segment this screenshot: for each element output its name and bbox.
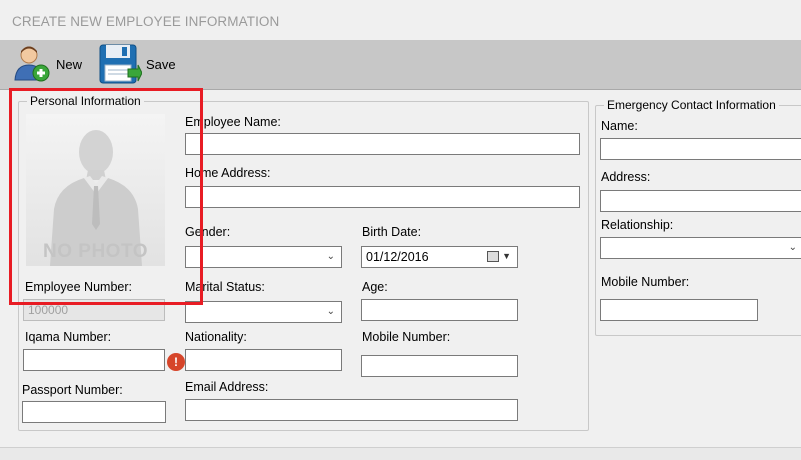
emergency-mobile-field[interactable] [600,299,758,321]
chevron-down-icon: ⌄ [326,251,335,262]
birth-date-label: Birth Date: [362,225,422,239]
relationship-label: Relationship: [601,218,674,232]
employee-name-field[interactable] [185,133,580,155]
relationship-select[interactable]: ⌄ [600,237,801,259]
home-address-field[interactable] [185,186,580,208]
birth-date-value: 01/12/2016 [366,250,429,264]
save-button[interactable]: Save [98,43,176,85]
save-button-label: Save [146,56,176,72]
marital-status-label: Marital Status: [185,280,265,294]
employee-name-label: Employee Name: [185,115,281,129]
passport-number-field[interactable] [22,401,166,423]
employee-photo[interactable]: NO PHOTO [26,114,165,266]
passport-number-label: Passport Number: [22,383,123,397]
employee-number-value: 100000 [28,303,69,317]
new-button-label: New [56,56,83,72]
emergency-address-label: Address: [601,170,651,184]
error-icon: ! [167,353,185,371]
emergency-name-field[interactable] [600,138,801,160]
mobile-number-field[interactable] [361,355,518,377]
emergency-contact-legend: Emergency Contact Information [604,98,779,112]
email-address-field[interactable] [185,399,518,421]
bottom-border [0,447,801,460]
window-title: CREATE NEW EMPLOYEE INFORMATION [12,14,280,29]
gender-label: Gender: [185,225,231,239]
chevron-down-icon: ⌄ [326,306,335,317]
floppy-save-icon [99,44,142,84]
employee-number-label: Employee Number: [25,280,132,294]
emergency-mobile-label: Mobile Number: [601,275,690,289]
new-button[interactable]: New [12,43,82,85]
dropdown-arrow-icon[interactable]: ▼ [502,251,511,261]
personal-info-legend: Personal Information [27,94,144,108]
chevron-down-icon: ⌄ [788,242,797,253]
user-add-icon [14,46,50,82]
birth-date-picker[interactable]: 01/12/2016 ▼ [361,246,518,268]
gender-select[interactable]: ⌄ [185,246,342,268]
nationality-label: Nationality: [185,330,247,344]
toolbar: New Save [0,40,801,90]
no-photo-text: NO PHOTO [43,241,148,262]
mobile-number-label: Mobile Number: [362,330,451,344]
iqama-number-label: Iqama Number: [25,330,112,344]
title-bar: CREATE NEW EMPLOYEE INFORMATION [0,0,801,41]
calendar-icon[interactable] [487,251,499,262]
email-address-label: Email Address: [185,380,269,394]
marital-status-select[interactable]: ⌄ [185,301,342,323]
nationality-field[interactable] [185,349,342,371]
age-label: Age: [362,280,388,294]
emergency-name-label: Name: [601,119,638,133]
iqama-number-field[interactable] [23,349,165,371]
home-address-label: Home Address: [185,166,271,180]
emergency-address-field[interactable] [600,190,801,212]
employee-number-field[interactable]: 100000 [23,299,165,321]
age-field[interactable] [361,299,518,321]
